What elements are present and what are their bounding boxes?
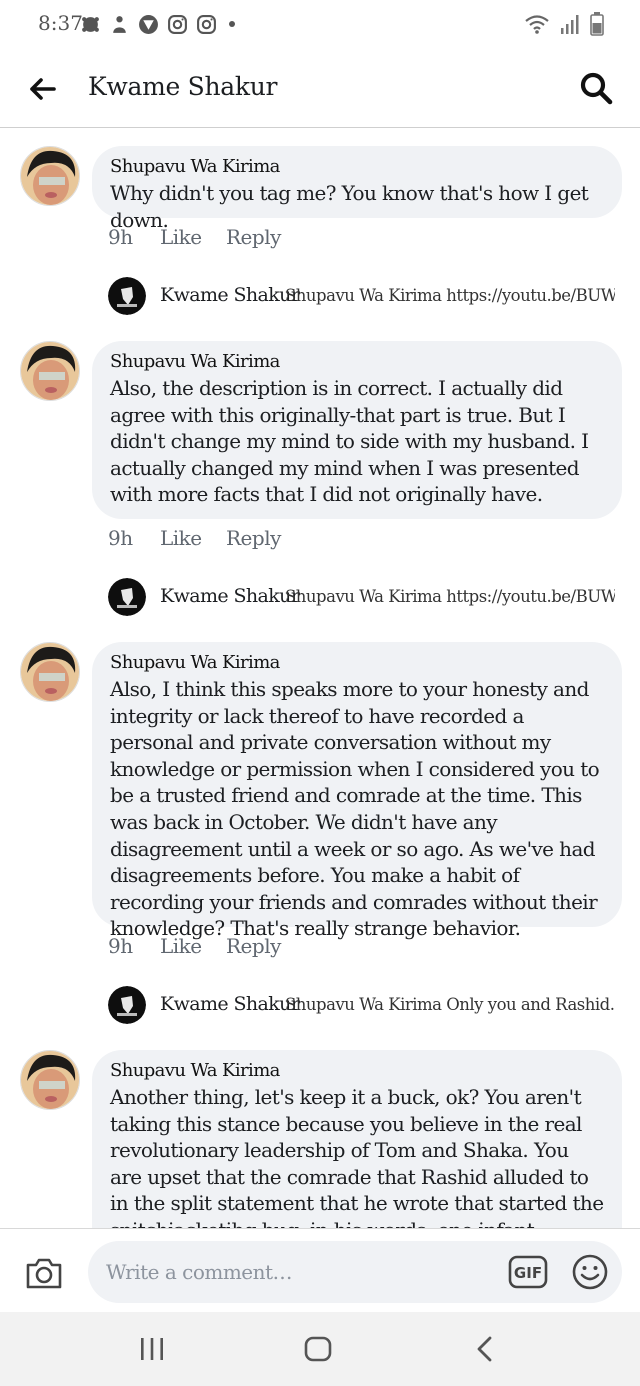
reply-preview[interactable]: Kwame Shakur Shupavu Wa Kirima Only you … <box>0 985 640 1025</box>
page-logo <box>108 277 146 315</box>
comment-text: Another thing, let's keep it a buck, ok?… <box>110 1085 604 1228</box>
notification-icon <box>82 16 99 32</box>
gif-label: GIF <box>514 1264 542 1282</box>
avatar[interactable] <box>20 146 80 206</box>
avatar[interactable] <box>20 341 80 401</box>
status-time: 8:37 <box>38 11 83 35</box>
back-arrow-icon[interactable] <box>26 72 60 106</box>
more-notifications-dot <box>229 21 235 27</box>
avatar[interactable] <box>20 642 80 702</box>
reply-author[interactable]: Kwame Shakur <box>160 585 300 607</box>
reply-button[interactable]: Reply <box>226 526 281 550</box>
page-logo <box>108 986 146 1024</box>
comment-actions: 9h Like Reply <box>108 225 281 249</box>
comment-actions: 9h Like Reply <box>108 526 281 550</box>
app-header: Kwame Shakur <box>0 48 640 128</box>
comment-feed[interactable]: Shupavu Wa Kirima Why didn't you tag me?… <box>0 128 640 1228</box>
gif-icon[interactable]: GIF <box>508 1255 548 1289</box>
comment-composer: GIF <box>0 1228 640 1312</box>
like-button[interactable]: Like <box>160 526 226 550</box>
reply-author[interactable]: Kwame Shakur <box>160 993 300 1015</box>
comment-author[interactable]: Shupavu Wa Kirima <box>110 349 604 375</box>
status-icons-left <box>80 12 235 36</box>
comment-author[interactable]: Shupavu Wa Kirima <box>110 154 604 180</box>
comment-time: 9h <box>108 225 133 249</box>
reply-text: Shupavu Wa Kirima https://youtu.be/BUW… <box>285 286 615 305</box>
instagram-icon <box>168 14 187 34</box>
comment-bubble[interactable]: Shupavu Wa Kirima Why didn't you tag me?… <box>92 146 622 232</box>
profile-photo <box>21 147 79 205</box>
emoji-icon[interactable] <box>571 1253 609 1291</box>
comment-text: Also, the description is in correct. I a… <box>110 376 589 507</box>
signal-icon <box>561 15 579 34</box>
comment-bubble[interactable]: Shupavu Wa Kirima Also, I think this spe… <box>92 642 622 940</box>
comment-author[interactable]: Shupavu Wa Kirima <box>110 650 604 676</box>
profile-photo <box>21 1051 79 1109</box>
reply-text: Shupavu Wa Kirima Only you and Rashid. … <box>285 995 615 1014</box>
instagram-icon <box>197 14 216 34</box>
status-bar: 8:37 <box>0 0 640 48</box>
reply-button[interactable]: Reply <box>226 934 281 958</box>
reply-preview[interactable]: Kwame Shakur Shupavu Wa Kirima https://y… <box>0 276 640 316</box>
status-icons-right <box>524 12 604 36</box>
profile-photo <box>21 342 79 400</box>
camera-icon[interactable] <box>24 1255 64 1291</box>
comment-time: 9h <box>108 934 133 958</box>
reply-preview[interactable]: Kwame Shakur Shupavu Wa Kirima https://y… <box>0 577 640 617</box>
profile-photo <box>21 643 79 701</box>
reply-avatar[interactable] <box>108 986 146 1024</box>
comment-bubble[interactable]: Shupavu Wa Kirima Also, the description … <box>92 341 622 519</box>
home-icon[interactable] <box>303 1335 333 1363</box>
comment-text: Also, I think this speaks more to your h… <box>110 677 600 941</box>
page-logo <box>108 578 146 616</box>
vpn-icon <box>139 14 158 34</box>
search-icon[interactable] <box>578 70 614 106</box>
system-nav-bar <box>0 1312 640 1386</box>
page-title: Kwame Shakur <box>88 72 278 101</box>
comment-actions: 9h Like Reply <box>108 934 281 958</box>
reply-author[interactable]: Kwame Shakur <box>160 284 300 306</box>
avatar[interactable] <box>20 1050 80 1110</box>
comment-author[interactable]: Shupavu Wa Kirima <box>110 1058 604 1084</box>
battery-icon <box>590 12 604 36</box>
comment-bubble[interactable]: Shupavu Wa Kirima Another thing, let's k… <box>92 1050 622 1228</box>
like-button[interactable]: Like <box>160 225 226 249</box>
recent-apps-icon[interactable] <box>138 1336 166 1362</box>
comment-time: 9h <box>108 526 133 550</box>
reply-avatar[interactable] <box>108 277 146 315</box>
person-icon <box>113 15 126 33</box>
reply-text: Shupavu Wa Kirima https://youtu.be/BUW… <box>285 587 615 606</box>
back-icon[interactable] <box>472 1334 498 1364</box>
reply-button[interactable]: Reply <box>226 225 281 249</box>
like-button[interactable]: Like <box>160 934 226 958</box>
wifi-icon <box>525 15 549 34</box>
reply-avatar[interactable] <box>108 578 146 616</box>
